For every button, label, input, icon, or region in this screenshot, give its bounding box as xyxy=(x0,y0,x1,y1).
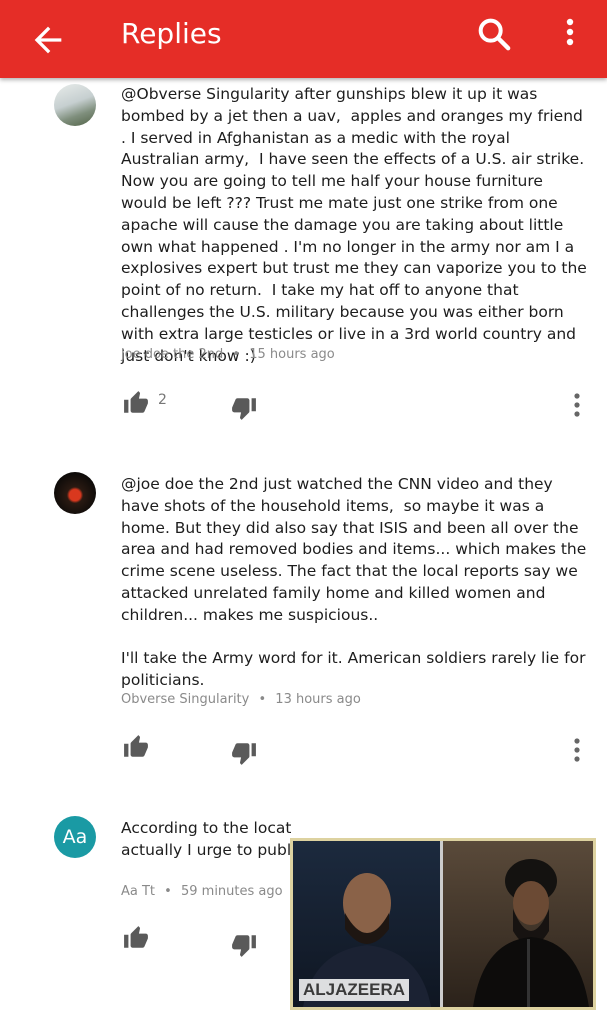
person-figure-right xyxy=(473,859,589,1007)
reply-meta: Aa Tt • 59 minutes ago xyxy=(121,884,283,899)
author-name[interactable]: joe doe the 2nd xyxy=(121,347,223,362)
app-bar: Replies xyxy=(0,0,607,78)
video-overlay[interactable]: ALJAZEERA xyxy=(290,838,596,1010)
more-vert-icon[interactable] xyxy=(556,14,584,54)
like-count: 2 xyxy=(158,392,167,408)
author-name[interactable]: Aa Tt xyxy=(121,884,155,899)
thumbs-down-icon[interactable] xyxy=(229,932,259,958)
reply-text: @joe doe the 2nd just watched the CNN vi… xyxy=(121,475,587,690)
avatar-initials: Aa xyxy=(62,826,88,848)
page-title: Replies xyxy=(121,17,222,50)
reply-text: @Obverse Singularity after gunships blew… xyxy=(121,85,594,365)
avatar[interactable] xyxy=(54,472,96,514)
author-name[interactable]: Obverse Singularity xyxy=(121,692,249,707)
aljazeera-logo: ALJAZEERA xyxy=(299,979,410,1001)
thumbs-up-icon[interactable] xyxy=(121,925,151,951)
meta-separator: • xyxy=(164,884,172,899)
video-frame-right xyxy=(443,841,593,1007)
arrow-back-icon[interactable] xyxy=(28,20,68,60)
thumbs-down-icon[interactable] xyxy=(229,395,259,421)
timestamp: 15 hours ago xyxy=(249,347,335,362)
timestamp: 13 hours ago xyxy=(275,692,361,707)
timestamp: 59 minutes ago xyxy=(180,884,283,899)
meta-separator: • xyxy=(232,347,241,362)
more-options-icon[interactable] xyxy=(570,737,584,763)
avatar[interactable] xyxy=(54,84,96,126)
thumbs-down-icon[interactable] xyxy=(229,740,259,766)
more-options-icon[interactable] xyxy=(570,392,584,418)
meta-separator: • xyxy=(258,692,267,707)
reply-text: According to the location he was hiding … xyxy=(121,819,291,859)
search-icon[interactable] xyxy=(474,14,514,54)
avatar[interactable]: Aa xyxy=(54,816,96,858)
reply-meta: joe doe the 2nd • 15 hours ago xyxy=(121,347,335,362)
thumbs-up-icon[interactable] xyxy=(121,390,151,416)
thumbs-up-icon[interactable] xyxy=(121,734,151,760)
reply-meta: Obverse Singularity • 13 hours ago xyxy=(121,692,361,707)
